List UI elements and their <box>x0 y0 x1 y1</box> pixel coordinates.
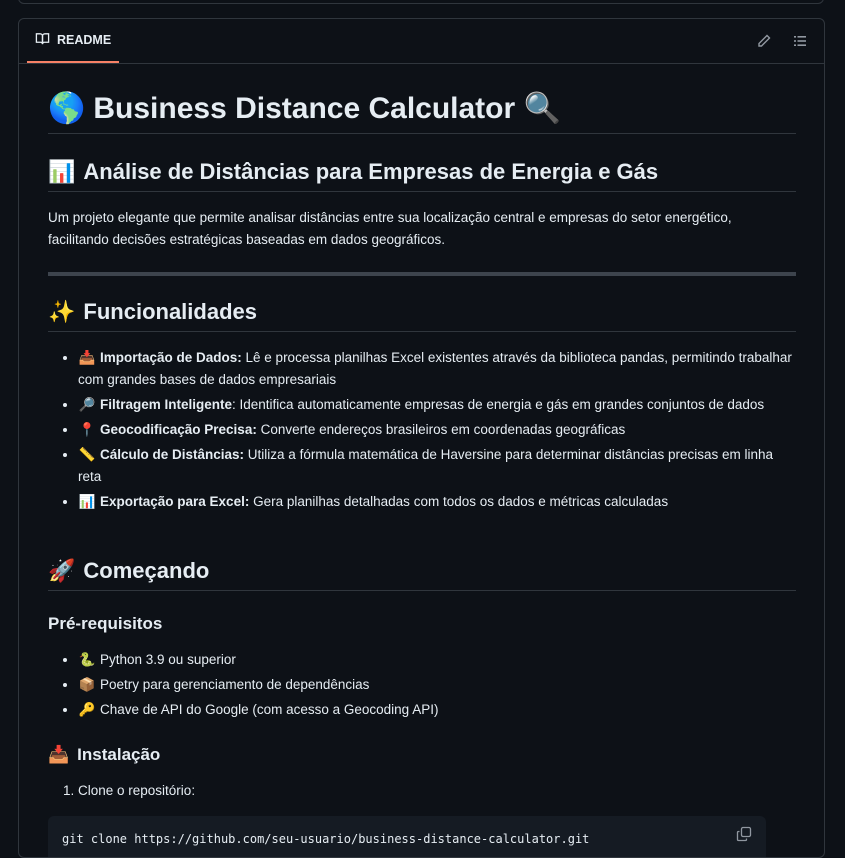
feature-title: Exportação para Excel: <box>100 494 250 509</box>
page-title: 🌎 Business Distance Calculator 🔍 <box>48 89 796 134</box>
heading-analysis: 📊 Análise de Distâncias para Empresas de … <box>48 157 796 192</box>
search-icon: 🔎 <box>78 397 96 412</box>
heading-features-text: Funcionalidades <box>83 299 257 324</box>
list-item: 📥Importação de Dados: Lê e processa plan… <box>78 347 796 391</box>
pin-icon: 📍 <box>78 422 96 437</box>
ruler-icon: 📏 <box>78 447 96 462</box>
heading-install-text: Instalação <box>77 745 161 764</box>
copy-icon[interactable] <box>736 826 752 842</box>
prereq-list: 🐍 Python 3.9 ou superior 📦 Poetry para ger… <box>48 649 796 724</box>
feature-text: : Identifica automaticamente empresas de… <box>232 397 765 412</box>
list-item: 📍 Geocodificação Precisa: Converte endere… <box>78 419 796 441</box>
page-title-text: Business Distance Calculator <box>93 92 516 125</box>
previous-panel-edge <box>18 0 824 4</box>
tab-label: README <box>57 33 112 47</box>
prereq-text: Poetry para gerenciamento de dependência… <box>100 677 370 692</box>
list-item: 🐍 Python 3.9 ou superior <box>78 649 796 671</box>
chart-icon: 📊 <box>78 494 96 509</box>
list-item: Clone o repositório: <box>78 780 796 802</box>
readme-panel: README 🌎Business Distance Calculator 🔍 <box>18 18 825 858</box>
readme-header: README <box>19 19 824 64</box>
feature-text: Gera planilhas detalhadas com todos os d… <box>249 494 669 509</box>
heading-start: 🚀 Começando <box>48 556 796 591</box>
install-steps: Clone o repositório: <box>48 780 796 805</box>
heading-install: 📥 Instalação <box>48 743 160 767</box>
feature-title: Importação de Dados: <box>100 350 242 365</box>
divider <box>48 272 796 276</box>
feature-title: Filtragem Inteligente <box>100 397 233 412</box>
intro-paragraph: Um projeto elegante que permite analisar… <box>48 210 732 247</box>
list-icon[interactable] <box>792 33 808 49</box>
list-item: 🔎 Filtragem Inteligente: Identifica autom… <box>78 394 796 416</box>
sparkles-icon: ✨ <box>48 299 76 324</box>
feature-text: Converte endereços brasileiros em coorde… <box>256 422 626 437</box>
inbox-icon: 📥 <box>48 745 70 764</box>
python-icon: 🐍 <box>78 652 96 667</box>
code-block: git clone https://github.com/seu-usuario… <box>48 816 766 857</box>
feature-title: Cálculo de Distâncias: <box>100 447 245 462</box>
globe-icon: 🌎 <box>48 92 86 125</box>
heading-start-text: Começando <box>83 558 210 583</box>
book-icon <box>35 31 50 49</box>
prereq-text: Chave de API do Google (com acesso a Geo… <box>100 702 439 717</box>
chart-icon: 📊 <box>48 159 76 184</box>
tab-readme[interactable]: README <box>27 19 120 63</box>
prereq-text: Python 3.9 ou superior <box>100 652 236 667</box>
features-list: 📥Importação de Dados: Lê e processa plan… <box>48 347 796 516</box>
key-icon: 🔑 <box>78 702 96 717</box>
package-icon: 📦 <box>78 677 96 692</box>
list-item: 📊 Exportação para Excel: Gera planilhas d… <box>78 491 796 513</box>
list-item: 📦 Poetry para gerenciamento de dependênci… <box>78 674 796 696</box>
heading-analysis-text: Análise de Distâncias para Empresas de E… <box>83 159 659 184</box>
feature-title: Geocodificação Precisa: <box>100 422 257 437</box>
pencil-icon[interactable] <box>756 33 772 49</box>
heading-prereq: Pré-requisitos <box>48 614 163 633</box>
list-item: 🔑 Chave de API do Google (com acesso a Ge… <box>78 699 796 721</box>
inbox-icon: 📥 <box>78 350 96 365</box>
heading-features: ✨ Funcionalidades <box>48 297 796 332</box>
code-text: git clone https://github.com/seu-usuario… <box>62 832 590 846</box>
rocket-icon: 🚀 <box>48 558 76 583</box>
list-item: 📏Cálculo de Distâncias: Utiliza a fórmul… <box>78 444 796 488</box>
magnifier-icon: 🔍 <box>523 92 561 125</box>
